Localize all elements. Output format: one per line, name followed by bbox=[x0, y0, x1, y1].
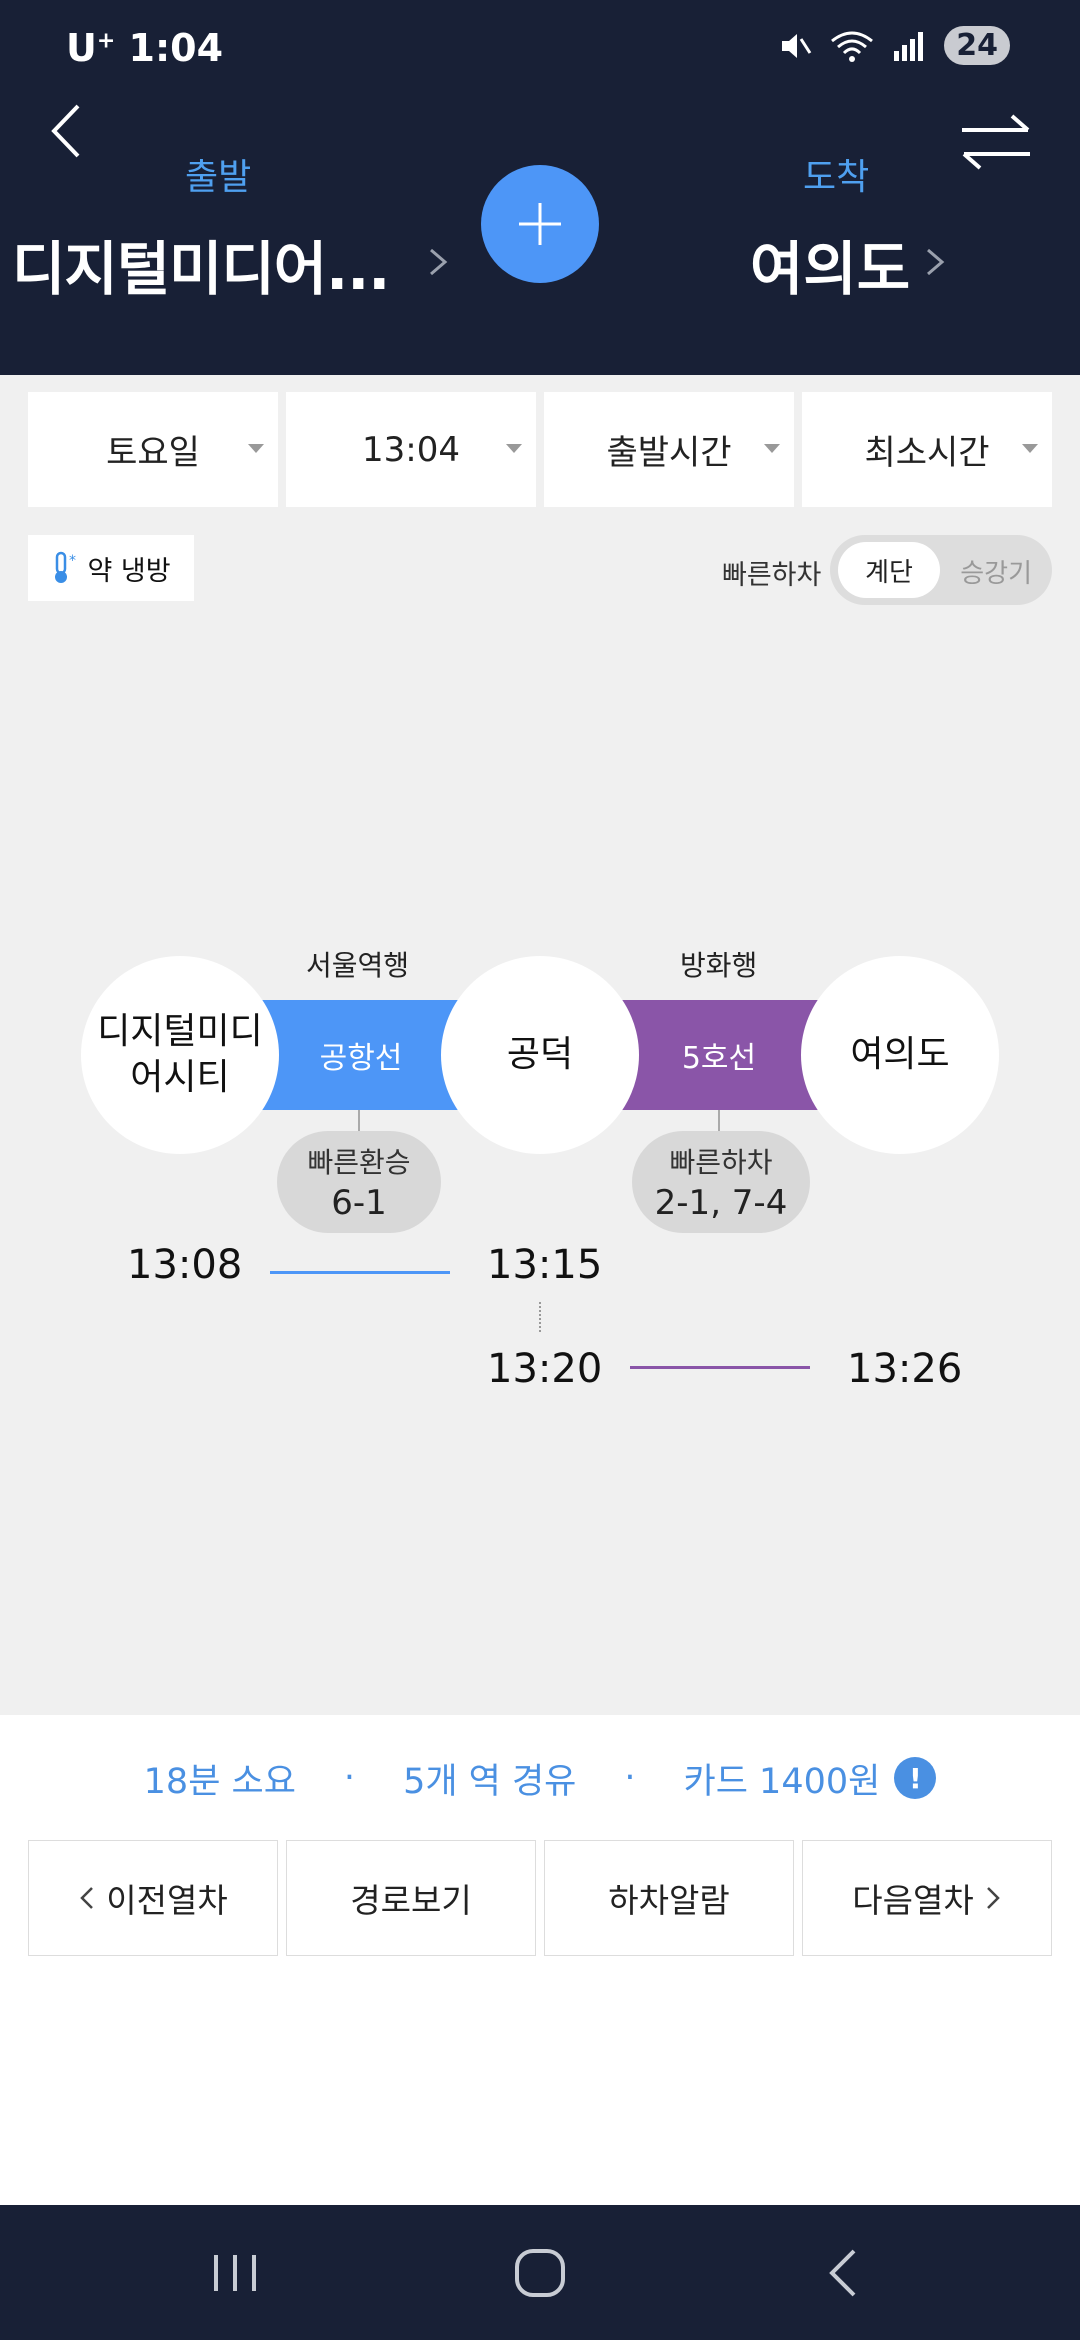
separator: · bbox=[343, 1758, 356, 1798]
direction-label: 방화행 bbox=[680, 949, 758, 982]
status-icons: 24 bbox=[778, 26, 1010, 65]
fast-exit-toggle[interactable]: 계단 승강기 bbox=[830, 535, 1052, 605]
carrier-time: U+ 1:04 bbox=[66, 26, 223, 70]
line-airport-bar: 공항선 bbox=[250, 1000, 472, 1110]
action-buttons: 이전열차 경로보기 하차알람 다음열차 bbox=[28, 1840, 1052, 1956]
station-name: 공덕 bbox=[506, 1034, 574, 1075]
wifi-icon bbox=[831, 31, 874, 62]
badge-title: 빠른하차 bbox=[669, 1146, 773, 1179]
header: U+ 1:04 24 출발 디지털미디어... 도착 여의도 bbox=[0, 0, 1080, 375]
button-label: 이전열차 bbox=[106, 1881, 228, 1920]
day-select[interactable]: 토요일 bbox=[28, 392, 278, 507]
dropdown-icon bbox=[764, 444, 780, 453]
fast-exit-badge: 빠른하차 2-1, 7-4 bbox=[632, 1131, 810, 1233]
transfer-depart-time: 13:20 bbox=[487, 1346, 603, 1392]
time-type-select[interactable]: 출발시간 bbox=[544, 392, 794, 507]
segment-line-airport bbox=[270, 1271, 450, 1274]
transfer-arrive-time: 13:15 bbox=[487, 1242, 603, 1288]
signal-icon bbox=[894, 31, 924, 61]
carrier: U bbox=[66, 26, 97, 70]
button-label: 하차알람 bbox=[608, 1881, 730, 1920]
arrival-station[interactable]: 여의도 bbox=[750, 222, 910, 306]
fare-text: 카드 1400원 bbox=[683, 1761, 881, 1802]
cooling-chip[interactable]: * 약 냉방 bbox=[28, 535, 194, 601]
filter-label: 토요일 bbox=[106, 433, 200, 473]
line-5-bar: 5호선 bbox=[608, 1000, 830, 1110]
connector-tick bbox=[358, 1110, 360, 1132]
sort-select[interactable]: 최소시간 bbox=[802, 392, 1052, 507]
svg-text:*: * bbox=[69, 553, 76, 569]
filter-label: 출발시간 bbox=[606, 433, 732, 473]
stops-text: 5개 역 경유 bbox=[403, 1761, 577, 1802]
battery-indicator: 24 bbox=[944, 26, 1010, 65]
arrive-time: 13:26 bbox=[847, 1346, 963, 1392]
filter-label: 13:04 bbox=[362, 429, 460, 470]
view-route-button[interactable]: 경로보기 bbox=[286, 1840, 536, 1956]
separator: · bbox=[624, 1758, 636, 1798]
time-select[interactable]: 13:04 bbox=[286, 392, 536, 507]
badge-title: 빠른환승 bbox=[307, 1146, 411, 1179]
chevron-right-icon bbox=[986, 1887, 1000, 1909]
transfer-dots bbox=[539, 1302, 543, 1332]
fast-transfer-badge: 빠른환승 6-1 bbox=[277, 1131, 441, 1233]
next-train-button[interactable]: 다음열차 bbox=[802, 1840, 1052, 1956]
status-bar: U+ 1:04 24 bbox=[0, 0, 1080, 90]
chevron-right-icon[interactable] bbox=[922, 242, 948, 282]
filter-label: 최소시간 bbox=[864, 433, 990, 473]
line-name: 공항선 bbox=[319, 1041, 403, 1076]
direction-label: 서울역행 bbox=[306, 949, 410, 982]
cooling-label: 약 냉방 bbox=[87, 555, 171, 587]
chevron-left-icon bbox=[80, 1887, 94, 1909]
badge-value: 6-1 bbox=[331, 1183, 387, 1223]
arrival-label: 도착 bbox=[803, 157, 870, 198]
button-label: 다음열차 bbox=[852, 1881, 974, 1920]
home-icon[interactable] bbox=[505, 2241, 575, 2305]
thermometer-icon: * bbox=[55, 551, 76, 583]
line-name: 5호선 bbox=[681, 1041, 757, 1076]
badge-value: 2-1, 7-4 bbox=[654, 1183, 788, 1223]
mute-icon bbox=[782, 33, 812, 58]
prev-train-button[interactable]: 이전열차 bbox=[28, 1840, 278, 1956]
clock: 1:04 bbox=[128, 26, 224, 70]
dropdown-icon bbox=[248, 444, 264, 453]
fast-exit-label: 빠른하차 bbox=[722, 560, 822, 591]
toggle-option-stairs[interactable]: 계단 bbox=[838, 542, 940, 598]
exit-alarm-button[interactable]: 하차알람 bbox=[544, 1840, 794, 1956]
station-name: 디지털미디 bbox=[97, 1011, 263, 1052]
station-name: 어시티 bbox=[130, 1057, 230, 1098]
departure-station[interactable]: 디지털미디어... bbox=[12, 222, 392, 306]
chevron-right-icon[interactable] bbox=[425, 242, 451, 282]
button-label: 경로보기 bbox=[350, 1881, 472, 1920]
connector-tick bbox=[718, 1110, 720, 1132]
system-nav-bar bbox=[0, 2205, 1080, 2340]
dropdown-icon bbox=[506, 444, 522, 453]
segment-line-5 bbox=[630, 1366, 810, 1369]
duration-text: 18분 소요 bbox=[143, 1761, 296, 1802]
station-circle-arrival[interactable]: 여의도 bbox=[801, 956, 999, 1154]
recent-apps-icon[interactable] bbox=[200, 2241, 270, 2305]
toggle-option-elevator[interactable]: 승강기 bbox=[960, 553, 1032, 590]
station-circle-transfer[interactable]: 공덕 bbox=[441, 956, 639, 1154]
info-icon[interactable]: ! bbox=[894, 1757, 937, 1799]
carrier-sup: + bbox=[96, 28, 116, 54]
station-name: 여의도 bbox=[850, 1034, 950, 1075]
depart-time: 13:08 bbox=[127, 1242, 243, 1288]
route-summary: 18분 소요 · 5개 역 경유 · 카드 1400원 ! bbox=[0, 1750, 1080, 1806]
back-icon[interactable] bbox=[40, 96, 96, 166]
nav-back-icon[interactable] bbox=[810, 2241, 880, 2305]
swap-icon[interactable] bbox=[956, 110, 1036, 174]
dropdown-icon bbox=[1022, 444, 1038, 453]
plus-icon bbox=[519, 203, 561, 245]
departure-label: 출발 bbox=[185, 157, 252, 198]
add-waypoint-button[interactable] bbox=[481, 165, 599, 283]
filter-bar: 토요일 13:04 출발시간 최소시간 bbox=[28, 392, 1052, 507]
station-circle-departure[interactable]: 디지털미디어시티 bbox=[81, 956, 279, 1154]
